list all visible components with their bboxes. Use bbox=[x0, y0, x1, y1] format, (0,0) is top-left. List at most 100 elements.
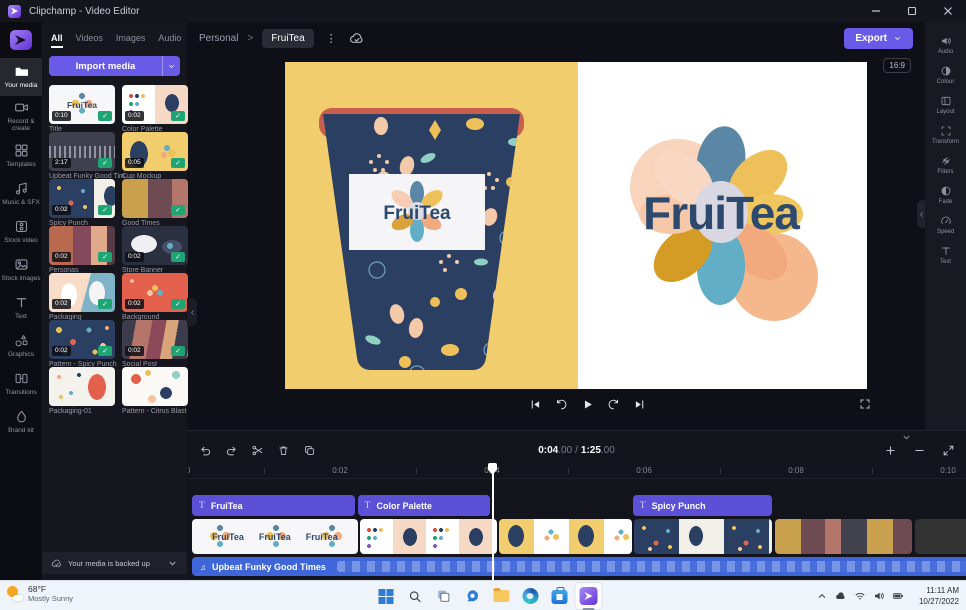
media-item[interactable]: 0:02 Packaging bbox=[49, 273, 115, 320]
media-thumbnail[interactable]: 0:02 bbox=[49, 273, 115, 312]
sidebar-item[interactable]: Music & SFX bbox=[0, 175, 42, 213]
media-thumbnail[interactable]: 0:02 bbox=[122, 273, 188, 312]
media-thumbnail[interactable] bbox=[122, 179, 188, 218]
edge-button[interactable] bbox=[518, 583, 544, 609]
properties-tab[interactable]: Colour bbox=[925, 60, 966, 90]
properties-tab[interactable]: Speed bbox=[925, 210, 966, 240]
media-tab[interactable]: Images bbox=[116, 33, 146, 48]
rewind-icon[interactable] bbox=[553, 396, 569, 412]
speaker-icon[interactable] bbox=[873, 590, 885, 602]
timeline-video-clip[interactable] bbox=[775, 519, 912, 554]
expand-properties-handle[interactable] bbox=[917, 200, 925, 228]
sidebar-item[interactable]: Graphics bbox=[0, 327, 42, 365]
clipchamp-app-button[interactable] bbox=[576, 583, 602, 609]
media-item[interactable]: 2:17 Upbeat Funky Good Tim... bbox=[49, 132, 115, 179]
media-item[interactable]: 0:02 Store Banner bbox=[122, 226, 188, 273]
properties-tab[interactable]: Layout bbox=[925, 90, 966, 120]
redo-icon[interactable] bbox=[221, 440, 241, 460]
media-tab[interactable]: All bbox=[51, 33, 63, 48]
project-name-chip[interactable]: FruiTea bbox=[262, 29, 313, 48]
media-item[interactable]: 0:02 Color Palette bbox=[122, 85, 188, 132]
media-thumbnail[interactable]: 0:02 bbox=[49, 320, 115, 359]
media-item[interactable]: 0:02 Pattern - Spicy Punch bbox=[49, 320, 115, 367]
media-thumbnail[interactable]: 0:05 bbox=[122, 132, 188, 171]
timeline-text-clip[interactable]: Color Palette bbox=[358, 495, 490, 516]
media-item[interactable]: 0:02 Background bbox=[122, 273, 188, 320]
media-item[interactable]: 0:02 Social Post bbox=[122, 320, 188, 367]
cloud-sync-button[interactable] bbox=[349, 31, 364, 46]
export-button[interactable]: Export bbox=[844, 28, 913, 49]
media-thumbnail[interactable]: 0:02 bbox=[49, 179, 115, 218]
breadcrumb-root[interactable]: Personal bbox=[199, 33, 238, 44]
battery-icon[interactable] bbox=[892, 590, 904, 602]
media-thumbnail[interactable]: 0:02 bbox=[49, 226, 115, 265]
aspect-ratio-badge[interactable]: 16:9 bbox=[883, 58, 911, 73]
video-canvas[interactable]: FruiTea FruiTea bbox=[285, 62, 867, 389]
media-item[interactable]: 0:02 Personas bbox=[49, 226, 115, 273]
clipchamp-logo[interactable] bbox=[0, 22, 42, 58]
maximize-button[interactable] bbox=[894, 0, 930, 22]
sidebar-item[interactable]: Brand kit bbox=[0, 403, 42, 441]
plus-icon[interactable] bbox=[880, 440, 900, 460]
media-thumbnail[interactable] bbox=[49, 367, 115, 406]
playhead[interactable] bbox=[488, 463, 497, 580]
properties-tab[interactable]: Transform bbox=[925, 120, 966, 150]
microsoft-store-button[interactable] bbox=[547, 583, 573, 609]
media-item[interactable]: 0:05 Cup Mockup bbox=[122, 132, 188, 179]
timeline-audio-clip[interactable]: Upbeat Funky Good Times bbox=[192, 557, 966, 576]
taskbar-clock[interactable]: 11:11 AM 10/27/2022 bbox=[919, 585, 959, 607]
chat-button[interactable] bbox=[460, 583, 486, 609]
task-view-button[interactable] bbox=[431, 583, 457, 609]
properties-tab[interactable]: Audio bbox=[925, 30, 966, 60]
collapse-media-panel-handle[interactable] bbox=[187, 298, 197, 326]
sidebar-item[interactable]: Record & create bbox=[0, 96, 42, 137]
timeline-text-clip[interactable]: Spicy Punch bbox=[633, 495, 772, 516]
minus-icon[interactable] bbox=[909, 440, 929, 460]
file-explorer-button[interactable] bbox=[489, 583, 515, 609]
timeline-video-clip[interactable] bbox=[192, 519, 358, 554]
scissors-icon[interactable] bbox=[247, 440, 267, 460]
start-button[interactable] bbox=[373, 583, 399, 609]
media-thumbnail[interactable]: 0:10 bbox=[49, 85, 115, 124]
media-thumbnail[interactable]: 0:02 bbox=[122, 226, 188, 265]
media-item[interactable]: Pattern - Citrus Blast bbox=[122, 367, 188, 414]
chevron-up-icon[interactable] bbox=[816, 590, 828, 602]
media-item[interactable]: 0:10 Title bbox=[49, 85, 115, 132]
wifi-icon[interactable] bbox=[854, 590, 866, 602]
weather-widget[interactable]: 68°F Mostly Sunny bbox=[7, 584, 73, 603]
forward-icon[interactable] bbox=[605, 396, 621, 412]
properties-tab[interactable]: Filters bbox=[925, 150, 966, 180]
media-thumbnail[interactable]: 0:02 bbox=[122, 85, 188, 124]
media-tab[interactable]: Audio bbox=[158, 33, 181, 48]
sidebar-item[interactable]: Text bbox=[0, 289, 42, 327]
fullscreen-icon[interactable] bbox=[859, 398, 871, 410]
timeline-ruler[interactable]: 00:020:040:060:080:10 bbox=[188, 463, 966, 479]
project-menu-button[interactable] bbox=[323, 32, 340, 45]
properties-tab[interactable]: Text bbox=[925, 240, 966, 270]
undo-icon[interactable] bbox=[195, 440, 215, 460]
timeline-video-clip[interactable] bbox=[499, 519, 632, 554]
timeline-video-clip[interactable] bbox=[915, 519, 966, 554]
timeline-video-clip[interactable] bbox=[634, 519, 772, 554]
close-button[interactable] bbox=[930, 0, 966, 22]
duplicate-icon[interactable] bbox=[299, 440, 319, 460]
media-thumbnail[interactable] bbox=[122, 367, 188, 406]
chevron-down-icon[interactable] bbox=[162, 56, 180, 76]
media-tab[interactable]: Videos bbox=[76, 33, 103, 48]
sidebar-item[interactable]: Templates bbox=[0, 137, 42, 175]
fit-icon[interactable] bbox=[938, 440, 958, 460]
timeline-text-clip[interactable]: FruiTea bbox=[192, 495, 355, 516]
sidebar-item[interactable]: Stock video bbox=[0, 213, 42, 251]
sidebar-item[interactable]: Transitions bbox=[0, 365, 42, 403]
media-thumbnail[interactable]: 2:17 bbox=[49, 132, 115, 171]
seek-start-icon[interactable] bbox=[527, 396, 543, 412]
seek-end-icon[interactable] bbox=[631, 396, 647, 412]
taskbar-search-button[interactable] bbox=[402, 583, 428, 609]
media-item[interactable]: Good Times bbox=[122, 179, 188, 226]
cloud-icon[interactable] bbox=[835, 590, 847, 602]
chevron-down-icon[interactable] bbox=[167, 558, 178, 569]
trash-icon[interactable] bbox=[273, 440, 293, 460]
properties-tab[interactable]: Fade bbox=[925, 180, 966, 210]
sidebar-item[interactable]: Your media bbox=[0, 58, 42, 96]
backup-status-bar[interactable]: Your media is backed up bbox=[42, 552, 187, 574]
